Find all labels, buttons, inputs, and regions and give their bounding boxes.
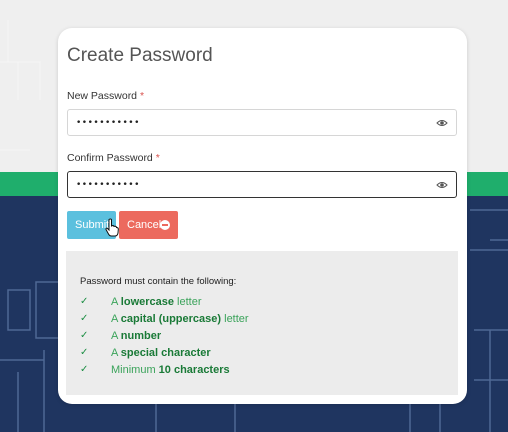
requirement-text: A number: [111, 330, 162, 342]
minus-circle-icon: [160, 220, 170, 230]
submit-button[interactable]: Submit: [67, 211, 119, 239]
new-password-label: New Password *: [67, 90, 144, 102]
requirement-text: A lowercase letter: [111, 296, 202, 308]
eye-icon[interactable]: [436, 180, 448, 190]
check-icon: ✓: [80, 330, 89, 341]
cancel-button-label: Cancel: [127, 219, 162, 231]
confirm-password-input[interactable]: •••••••••••: [67, 171, 457, 198]
new-password-label-text: New Password: [67, 90, 138, 102]
hand-pointer-icon: [105, 218, 119, 237]
requirement-text: Minimum 10 characters: [111, 364, 230, 376]
create-password-card: Create Password New Password * •••••••••…: [58, 28, 467, 404]
new-password-value: •••••••••••: [76, 118, 140, 128]
page-title: Create Password: [67, 45, 213, 66]
cancel-button[interactable]: Cancel: [119, 211, 178, 239]
required-marker: *: [139, 90, 145, 102]
confirm-password-label-text: Confirm Password: [67, 152, 153, 164]
password-requirements-panel: Password must contain the following: ✓ A…: [66, 251, 458, 395]
eye-icon[interactable]: [436, 118, 448, 128]
required-marker: *: [155, 152, 160, 164]
confirm-password-value: •••••••••••: [76, 180, 140, 190]
confirm-password-label: Confirm Password *: [67, 152, 160, 164]
check-icon: ✓: [80, 347, 89, 358]
requirement-text: A special character: [111, 347, 211, 359]
new-password-input[interactable]: •••••••••••: [67, 109, 457, 136]
check-icon: ✓: [80, 296, 89, 307]
requirements-title: Password must contain the following:: [80, 276, 237, 287]
check-icon: ✓: [80, 364, 89, 375]
requirement-text: A capital (uppercase) letter: [111, 313, 249, 325]
check-icon: ✓: [80, 313, 89, 324]
